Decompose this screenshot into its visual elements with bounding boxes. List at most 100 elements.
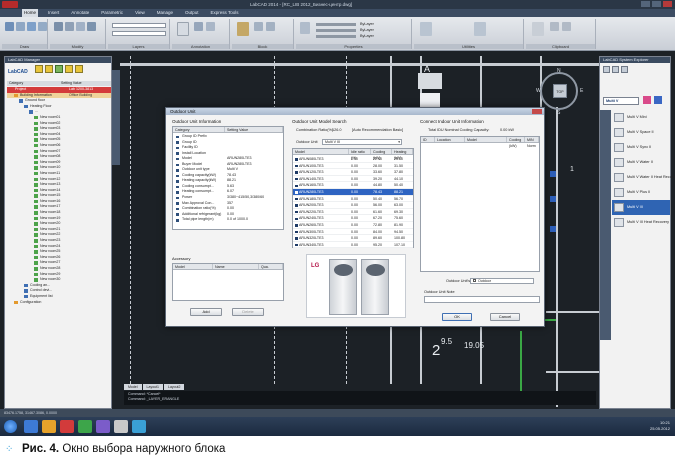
cancel-button[interactable]: Cancel bbox=[490, 313, 520, 321]
model-row[interactable]: ARUN140LTE3 0.00 39.20 44.10 bbox=[293, 176, 413, 183]
model-row[interactable]: ARUN120LTE3 0.00 33.60 37.80 bbox=[293, 169, 413, 176]
edit-block-icon[interactable] bbox=[266, 22, 275, 31]
ok-button[interactable]: OK bbox=[442, 313, 472, 321]
paste-icon[interactable] bbox=[532, 22, 544, 36]
measure-tool-icon[interactable] bbox=[420, 22, 432, 36]
taskbar-app-icon[interactable] bbox=[24, 420, 38, 433]
command-line[interactable]: Command: *Cancel* Command: _LAYER_ERANGL… bbox=[124, 391, 596, 405]
tab-manage[interactable]: Manage bbox=[155, 9, 175, 17]
catalog-icon[interactable] bbox=[654, 96, 662, 104]
export-icon[interactable] bbox=[75, 65, 83, 73]
taskbar-app-icon[interactable] bbox=[132, 420, 146, 433]
model-row[interactable]: ARUN260LTE3 0.00 72.80 81.90 bbox=[293, 222, 413, 229]
model-row[interactable]: ARUN340LTE3 0.00 95.20 107.10 bbox=[293, 242, 413, 249]
rotate-tool-icon[interactable] bbox=[65, 22, 74, 31]
product-series-item[interactable]: Multi V III Heat Recovery bbox=[612, 215, 670, 230]
mirror-tool-icon[interactable] bbox=[87, 22, 96, 31]
tree-node-icon bbox=[34, 216, 38, 221]
model-idle-ratio: 0.00 bbox=[351, 157, 358, 161]
layer-dropdown[interactable] bbox=[112, 23, 166, 28]
tab-layout1[interactable]: Layout1 bbox=[142, 384, 164, 390]
model-row[interactable]: ARUN080LTE3 0.00 22.40 25.20 bbox=[293, 156, 413, 163]
product-series-item[interactable]: Multi V Mini bbox=[612, 110, 670, 125]
taskbar-app-icon[interactable] bbox=[60, 420, 74, 433]
model-row[interactable]: ARUN300LTE3 0.00 84.00 94.50 bbox=[293, 229, 413, 236]
viewcube-compass[interactable]: TOP N S W E bbox=[536, 68, 583, 116]
settings-icon[interactable] bbox=[65, 65, 73, 73]
view-icon[interactable] bbox=[621, 66, 628, 73]
outdoor-unit-select[interactable]: Multi V III ▾ bbox=[322, 139, 402, 145]
tab-parametric[interactable]: Parametric bbox=[99, 9, 125, 17]
model-row[interactable]: ARUN200LTE3 0.00 56.00 63.00 bbox=[293, 202, 413, 209]
taskbar-folder-icon[interactable] bbox=[42, 420, 56, 433]
polyline-tool-icon[interactable] bbox=[16, 22, 25, 31]
tree-node[interactable]: Configuration bbox=[7, 300, 111, 306]
brand-icon[interactable] bbox=[643, 96, 651, 104]
taskbar-app-icon[interactable] bbox=[114, 420, 128, 433]
dialog-close-button[interactable] bbox=[532, 109, 542, 114]
product-series-item[interactable]: Multi V Plus II bbox=[612, 185, 670, 200]
model-row[interactable]: ARUN220LTE3 0.00 61.60 69.30 bbox=[293, 209, 413, 216]
system-clock[interactable]: 10:21 25.05.2012 bbox=[650, 420, 670, 432]
folder-icon[interactable] bbox=[35, 65, 43, 73]
markup-tool-icon[interactable] bbox=[474, 22, 486, 36]
tab-insert[interactable]: Insert bbox=[46, 9, 61, 17]
tab-express-tools[interactable]: Express Tools bbox=[209, 9, 241, 17]
taskbar-app-icon[interactable] bbox=[78, 420, 92, 433]
insert-block-icon[interactable] bbox=[237, 22, 249, 36]
product-series-item[interactable]: Multi V Water II Heat Recovery bbox=[612, 170, 675, 185]
save-icon[interactable] bbox=[45, 65, 53, 73]
add-icon[interactable] bbox=[55, 65, 63, 73]
leader-tool-icon[interactable] bbox=[206, 22, 215, 31]
model-row[interactable]: ARUN280LTE3 0.00 78.43 88.21 bbox=[293, 188, 413, 196]
cut-icon[interactable] bbox=[550, 22, 559, 31]
outdoor-unit-note-input[interactable] bbox=[424, 296, 540, 303]
palette-vertical-tabs[interactable] bbox=[112, 70, 120, 165]
tab-model[interactable]: Model bbox=[124, 384, 142, 390]
create-block-icon[interactable] bbox=[254, 22, 263, 31]
app-menu-button[interactable] bbox=[2, 1, 18, 8]
lineweight-value[interactable]: ByLayer bbox=[360, 34, 374, 38]
outdoor-location-select[interactable]: Outdoor bbox=[470, 278, 534, 284]
text-tool-icon[interactable] bbox=[177, 22, 189, 36]
delete-button[interactable]: Delete bbox=[232, 308, 264, 316]
circle-tool-icon[interactable] bbox=[27, 22, 36, 31]
info-row[interactable]: Total pipe length(m) 0.0 of 1000.0 bbox=[173, 217, 283, 223]
copy-tool-icon[interactable] bbox=[76, 22, 85, 31]
tab-view[interactable]: View bbox=[133, 9, 147, 17]
layer-state-dropdown[interactable] bbox=[112, 31, 166, 36]
filter-icon[interactable] bbox=[612, 66, 619, 73]
taskbar-app-icon[interactable] bbox=[96, 420, 110, 433]
product-series-item[interactable]: Multi V III bbox=[612, 200, 670, 215]
model-row[interactable]: ARUN320LTE3 0.00 89.60 100.80 bbox=[293, 235, 413, 242]
line-tool-icon[interactable] bbox=[5, 22, 14, 31]
dimension-tool-icon[interactable] bbox=[194, 22, 203, 31]
model-row[interactable]: ARUN100LTE3 0.00 28.00 31.50 bbox=[293, 163, 413, 170]
model-row[interactable]: ARUN240LTE3 0.00 67.20 75.60 bbox=[293, 215, 413, 222]
linetype-value[interactable]: ByLayer bbox=[360, 28, 374, 32]
tab-home[interactable]: Home bbox=[22, 9, 39, 17]
tab-annotate[interactable]: Annotate bbox=[69, 9, 91, 17]
move-tool-icon[interactable] bbox=[54, 22, 63, 31]
add-button[interactable]: Add bbox=[190, 308, 222, 316]
minimize-button[interactable] bbox=[641, 1, 650, 7]
tab-layout2[interactable]: Layout2 bbox=[164, 384, 185, 390]
close-button[interactable] bbox=[663, 1, 672, 7]
arc-tool-icon[interactable] bbox=[38, 22, 47, 31]
product-series-item[interactable]: Multi V Space II bbox=[612, 125, 670, 140]
product-series-item[interactable]: Multi V Sync II bbox=[612, 140, 670, 155]
checkbox-icon[interactable] bbox=[473, 279, 476, 282]
match-properties-icon[interactable] bbox=[300, 22, 310, 34]
viewcube-top-face[interactable]: TOP bbox=[553, 84, 567, 98]
product-series-item[interactable]: Multi V Water II bbox=[612, 155, 670, 170]
maximize-button[interactable] bbox=[652, 1, 661, 7]
model-row[interactable]: ARUN180LTE3 0.00 50.40 56.70 bbox=[293, 196, 413, 203]
color-value[interactable]: ByLayer bbox=[360, 22, 374, 26]
copy-icon[interactable] bbox=[562, 22, 571, 31]
start-button[interactable] bbox=[4, 420, 17, 433]
model-row[interactable]: ARUN160LTE3 0.00 44.80 50.40 bbox=[293, 182, 413, 189]
explorer-vertical-tabs[interactable] bbox=[600, 110, 611, 340]
tab-output[interactable]: Output bbox=[183, 9, 201, 17]
refresh-icon[interactable] bbox=[603, 66, 610, 73]
brand-select[interactable]: Multi V bbox=[603, 97, 639, 105]
